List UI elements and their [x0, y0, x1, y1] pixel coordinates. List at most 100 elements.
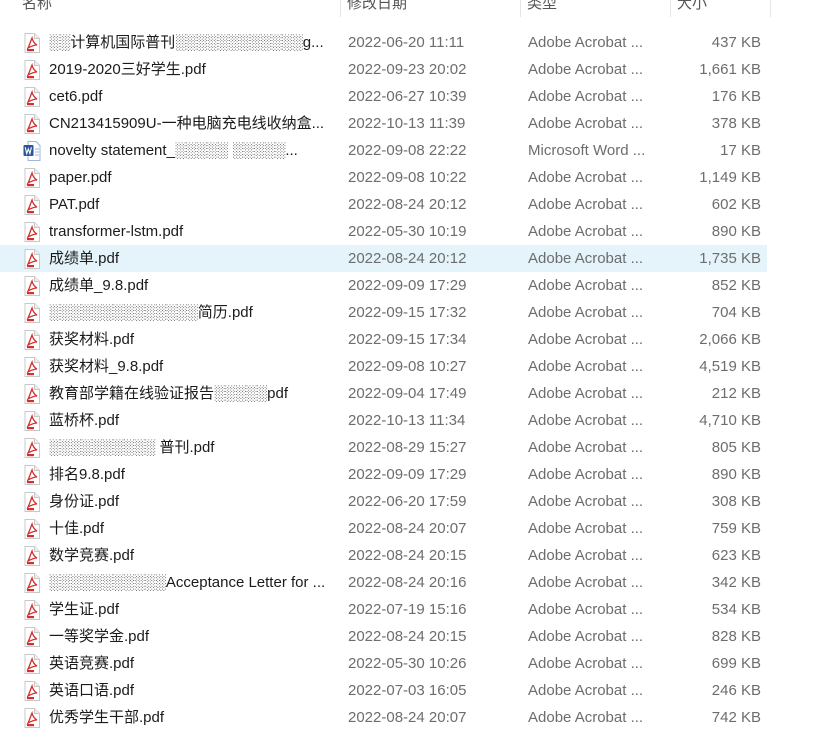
- file-row[interactable]: ░░计算机国际普刊░░░░░░░░░░░░g... 2022-06-20 11:1…: [0, 29, 767, 56]
- file-row[interactable]: paper.pdf 2022-09-08 10:22 Adobe Acrobat .…: [0, 164, 767, 191]
- file-size: 890 KB: [711, 466, 761, 483]
- pdf-icon: [23, 654, 41, 674]
- column-header-size[interactable]: 大小: [671, 0, 771, 17]
- file-size: 828 KB: [711, 628, 761, 645]
- file-modified-date: 2022-05-30 10:26: [348, 655, 467, 672]
- file-row[interactable]: 2019-2020三好学生.pdf 2022-09-23 20:02 Adobe A…: [0, 56, 767, 83]
- file-row[interactable]: 一等奖学金.pdf 2022-08-24 20:15 Adobe Acrobat .…: [0, 623, 767, 650]
- file-name: 一等奖学金.pdf: [49, 628, 150, 645]
- file-name: 学生证.pdf: [49, 601, 120, 618]
- file-row[interactable]: 获奖材料.pdf 2022-09-15 17:34 Adobe Acrobat ..…: [0, 326, 767, 353]
- file-name: ░░░░░░░░░░░░░░简历.pdf: [49, 304, 253, 321]
- file-size: 1,735 KB: [699, 250, 761, 267]
- file-type: Adobe Acrobat ...: [528, 277, 644, 294]
- file-modified-date: 2022-08-24 20:16: [348, 574, 467, 591]
- file-row[interactable]: CN213415909U-一种电脑充电线收纳盒... 2022-10-13 11:…: [0, 110, 767, 137]
- file-explorer: 名称 修改日期 类型 大小 ░░计算机国际普刊░░░░░░░░░░░░g... 2…: [0, 0, 830, 736]
- file-modified-date: 2022-08-24 20:07: [348, 709, 467, 726]
- file-type: Adobe Acrobat ...: [528, 682, 644, 699]
- pdf-icon: [23, 87, 41, 107]
- file-size: 378 KB: [711, 115, 761, 132]
- file-type: Adobe Acrobat ...: [528, 196, 644, 213]
- file-row[interactable]: 成绩单_9.8.pdf 2022-09-09 17:29 Adobe Acrobat…: [0, 272, 767, 299]
- file-row[interactable]: 获奖材料_9.8.pdf 2022-09-08 10:27 Adobe Acroba…: [0, 353, 767, 380]
- file-size: 4,710 KB: [699, 412, 761, 429]
- file-size: 1,661 KB: [699, 61, 761, 78]
- pdf-icon: [23, 411, 41, 431]
- file-type: Adobe Acrobat ...: [528, 520, 644, 537]
- file-row[interactable]: 十佳.pdf 2022-08-24 20:07 Adobe Acrobat ... 7…: [0, 515, 767, 542]
- file-modified-date: 2022-09-09 17:29: [348, 466, 467, 483]
- file-name: cet6.pdf: [49, 88, 103, 105]
- file-row[interactable]: 蓝桥杯.pdf 2022-10-13 11:34 Adobe Acrobat ...…: [0, 407, 767, 434]
- file-size: 437 KB: [711, 34, 761, 51]
- pdf-icon: [23, 600, 41, 620]
- file-row[interactable]: 英语竞赛.pdf 2022-05-30 10:26 Adobe Acrobat ..…: [0, 650, 767, 677]
- column-header-name[interactable]: 名称: [16, 0, 341, 17]
- column-header-type[interactable]: 类型: [521, 0, 671, 17]
- file-name: 排名9.8.pdf: [49, 466, 125, 483]
- file-row[interactable]: 排名9.8.pdf 2022-09-09 17:29 Adobe Acrobat .…: [0, 461, 767, 488]
- file-row[interactable]: 学生证.pdf 2022-07-19 15:16 Adobe Acrobat ...…: [0, 596, 767, 623]
- file-size: 176 KB: [711, 88, 761, 105]
- file-type: Adobe Acrobat ...: [528, 61, 644, 78]
- file-size: 852 KB: [711, 277, 761, 294]
- file-row[interactable]: ░░░░░░░░░░░░░░简历.pdf 2022-09-15 17:32 Adob…: [0, 299, 767, 326]
- file-type: Adobe Acrobat ...: [528, 493, 644, 510]
- file-type: Adobe Acrobat ...: [528, 88, 644, 105]
- file-row[interactable]: 数学竞赛.pdf 2022-08-24 20:15 Adobe Acrobat ..…: [0, 542, 767, 569]
- file-size: 890 KB: [711, 223, 761, 240]
- file-name: 数学竞赛.pdf: [49, 547, 135, 564]
- file-name: paper.pdf: [49, 169, 112, 186]
- file-row[interactable]: ░░░░░░░░░░ 普刊.pdf 2022-08-29 15:27 Adobe A…: [0, 434, 767, 461]
- file-type: Adobe Acrobat ...: [528, 412, 644, 429]
- pdf-icon: [23, 573, 41, 593]
- file-type: Adobe Acrobat ...: [528, 223, 644, 240]
- file-name: 身份证.pdf: [49, 493, 120, 510]
- pdf-icon: [23, 681, 41, 701]
- file-type: Adobe Acrobat ...: [528, 655, 644, 672]
- file-row[interactable]: ░░░░░░░░░░░Acceptance Letter for ... 2022…: [0, 569, 767, 596]
- pdf-icon: [23, 114, 41, 134]
- file-row[interactable]: PAT.pdf 2022-08-24 20:12 Adobe Acrobat ...…: [0, 191, 767, 218]
- file-modified-date: 2022-08-29 15:27: [348, 439, 467, 456]
- pdf-icon: [23, 33, 41, 53]
- file-name: 优秀学生干部.pdf: [49, 709, 165, 726]
- file-modified-date: 2022-09-04 17:49: [348, 385, 467, 402]
- file-modified-date: 2022-07-19 15:16: [348, 601, 467, 618]
- file-type: Adobe Acrobat ...: [528, 439, 644, 456]
- file-row[interactable]: 身份证.pdf 2022-06-20 17:59 Adobe Acrobat ...…: [0, 488, 767, 515]
- file-size: 699 KB: [711, 655, 761, 672]
- pdf-icon: [23, 249, 41, 269]
- file-modified-date: 2022-06-20 17:59: [348, 493, 467, 510]
- file-modified-date: 2022-09-15 17:32: [348, 304, 467, 321]
- file-list: ░░计算机国际普刊░░░░░░░░░░░░g... 2022-06-20 11:1…: [0, 29, 830, 731]
- file-type: Adobe Acrobat ...: [528, 574, 644, 591]
- column-header-date[interactable]: 修改日期: [341, 0, 521, 17]
- file-modified-date: 2022-06-27 10:39: [348, 88, 467, 105]
- file-modified-date: 2022-08-24 20:07: [348, 520, 467, 537]
- file-modified-date: 2022-09-08 10:27: [348, 358, 467, 375]
- pdf-icon: [23, 708, 41, 728]
- file-row[interactable]: novelty statement_░░░░░ ░░░░░... 2022-09-…: [0, 137, 767, 164]
- file-type: Adobe Acrobat ...: [528, 547, 644, 564]
- file-row[interactable]: 成绩单.pdf 2022-08-24 20:12 Adobe Acrobat ...…: [0, 245, 767, 272]
- file-size: 4,519 KB: [699, 358, 761, 375]
- file-type: Adobe Acrobat ...: [528, 385, 644, 402]
- file-size: 805 KB: [711, 439, 761, 456]
- file-row[interactable]: transformer-lstm.pdf 2022-05-30 10:19 Adob…: [0, 218, 767, 245]
- word-icon: [23, 141, 41, 161]
- pdf-icon: [23, 627, 41, 647]
- file-name: 获奖材料.pdf: [49, 331, 135, 348]
- file-row[interactable]: 英语口语.pdf 2022-07-03 16:05 Adobe Acrobat ..…: [0, 677, 767, 704]
- file-size: 212 KB: [711, 385, 761, 402]
- file-type: Adobe Acrobat ...: [528, 34, 644, 51]
- file-row[interactable]: 优秀学生干部.pdf 2022-08-24 20:07 Adobe Acrobat …: [0, 704, 767, 731]
- pdf-icon: [23, 60, 41, 80]
- column-header: 名称 修改日期 类型 大小: [0, 0, 771, 17]
- pdf-icon: [23, 222, 41, 242]
- file-type: Microsoft Word ...: [528, 142, 646, 159]
- file-row[interactable]: cet6.pdf 2022-06-27 10:39 Adobe Acrobat ..…: [0, 83, 767, 110]
- file-row[interactable]: 教育部学籍在线验证报告░░░░░pdf 2022-09-04 17:49 Adobe…: [0, 380, 767, 407]
- file-modified-date: 2022-09-15 17:34: [348, 331, 467, 348]
